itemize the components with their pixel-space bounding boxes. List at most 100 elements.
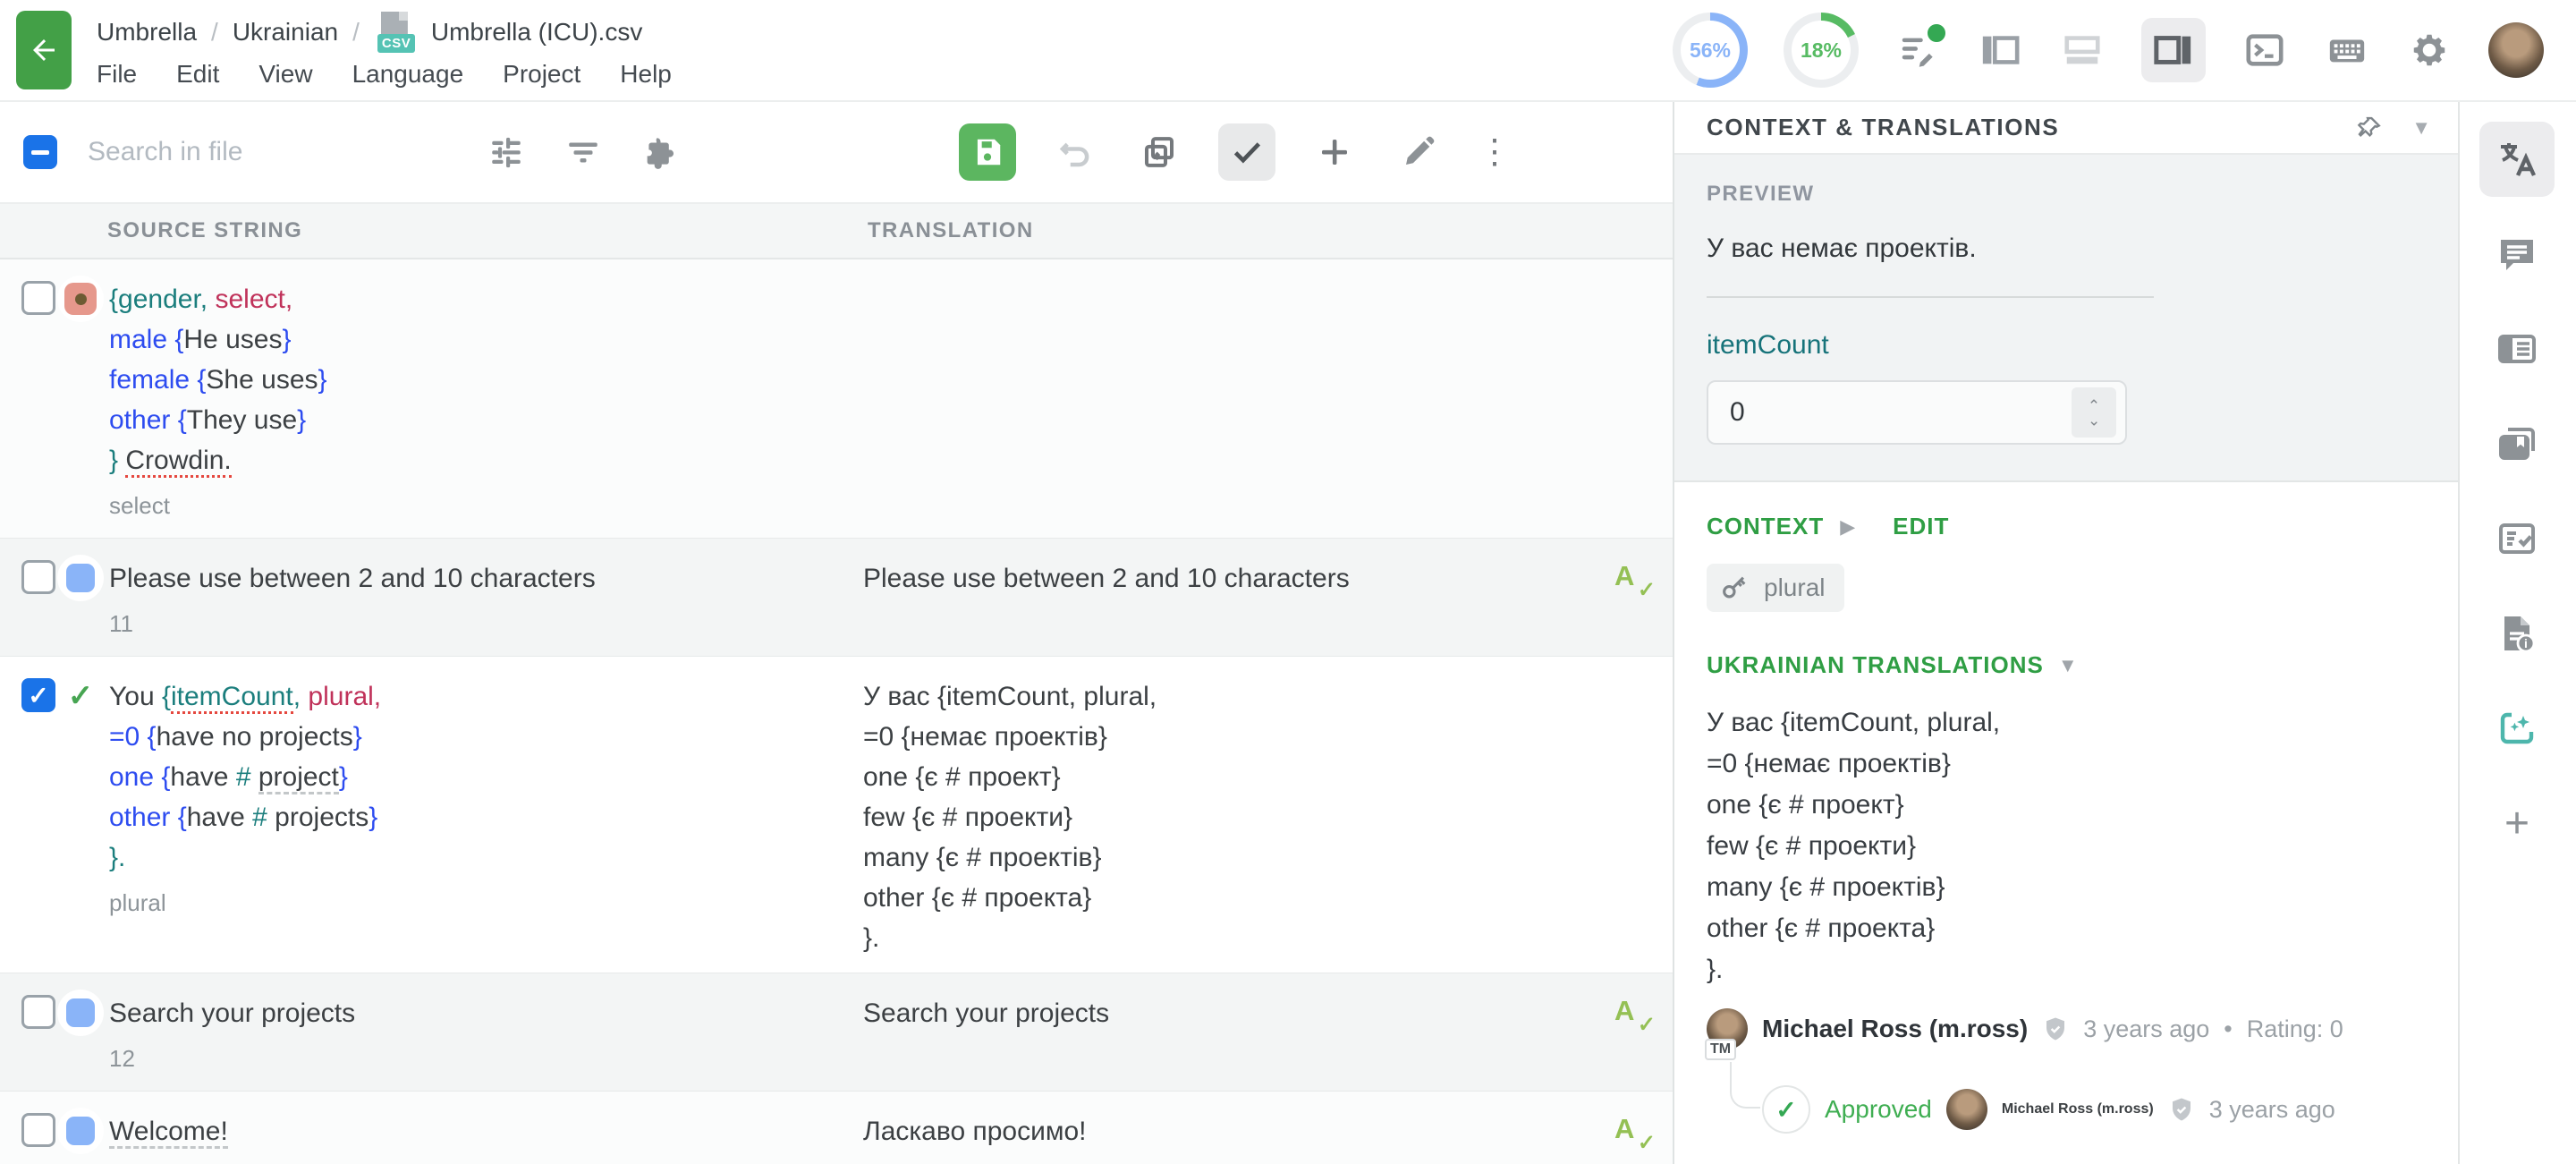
source-line: {gender, select, [109, 279, 827, 319]
settings-gear-icon[interactable] [2406, 27, 2453, 73]
menubar: File Edit View Language Project Help [97, 60, 672, 89]
breadcrumb-project[interactable]: Umbrella [97, 18, 197, 47]
tab-comments-icon[interactable] [2479, 217, 2555, 292]
variable-stepper[interactable]: 0 ⌃⌃ [1707, 380, 2127, 445]
breadcrumb: Umbrella / Ukrainian / CSV Umbrella (ICU… [97, 12, 672, 53]
translation-text-line: few {є # проекти} [1707, 826, 2426, 867]
panel-collapse-caret[interactable]: ▼ [2411, 116, 2431, 140]
action-buttons: ⋮ [959, 123, 1512, 181]
advanced-filter-icon[interactable] [481, 127, 531, 177]
translation-text-line: }. [1707, 949, 2426, 990]
user-avatar[interactable] [2488, 22, 2544, 78]
layout-left-panel-toggle[interactable] [1977, 27, 2023, 73]
tab-translation-memory-icon[interactable] [2479, 406, 2555, 481]
menu-item-file[interactable]: File [97, 60, 137, 89]
preview-label: PREVIEW [1707, 182, 2426, 207]
suggestion-row[interactable]: TM Michael Ross (m.ross) 3 years ago • R… [1707, 1008, 2426, 1049]
translations-section-title[interactable]: UKRAINIAN TRANSLATIONS [1707, 651, 2044, 679]
back-button[interactable] [16, 11, 72, 89]
save-button[interactable] [959, 123, 1016, 181]
approve-button[interactable] [1218, 123, 1275, 181]
layout-right-panel-toggle[interactable] [2141, 18, 2206, 82]
row-checkbox[interactable] [21, 560, 55, 594]
row-checkbox[interactable] [21, 1113, 55, 1147]
row-status-cell [57, 993, 109, 1076]
string-key-label: welcome111 [109, 1159, 827, 1164]
row-status-cell [57, 279, 109, 523]
table-header: SOURCE STRING TRANSLATION [0, 204, 1673, 259]
stepper-down-icon[interactable]: ⌃ [2088, 412, 2100, 426]
menu-item-help[interactable]: Help [620, 60, 672, 89]
layout-bottom-panel-toggle[interactable] [2059, 27, 2106, 73]
sort-filter-icon[interactable] [558, 127, 608, 177]
more-options-button[interactable]: ⋮ [1478, 135, 1512, 169]
search-input[interactable]: Search in file [88, 137, 428, 167]
table-row[interactable]: Search your projects12Search your projec… [0, 973, 1673, 1092]
table-row[interactable]: Welcome!welcome111Ласкаво просимо!A✓ [0, 1092, 1673, 1164]
menu-item-edit[interactable]: Edit [176, 60, 219, 89]
breadcrumb-file[interactable]: Umbrella (ICU).csv [431, 18, 642, 47]
string-key-chip[interactable]: plural [1707, 564, 1844, 612]
key-icon [1719, 573, 1750, 603]
context-toggle[interactable]: CONTEXT [1707, 513, 1824, 540]
add-panel-icon[interactable]: + [2479, 786, 2555, 861]
tab-qa-checks-icon[interactable] [2479, 501, 2555, 576]
translation-progress-ring[interactable]: 56% [1673, 13, 1748, 88]
edit-pencil-button[interactable] [1394, 127, 1444, 177]
row-checkbox[interactable]: ✓ [21, 678, 55, 712]
qa-passed-icon[interactable]: A✓ [1614, 995, 1650, 1034]
breadcrumb-separator: / [352, 18, 360, 47]
table-row[interactable]: ✓✓You {itemCount, plural,=0 {have no pro… [0, 657, 1673, 973]
app-header: Umbrella / Ukrainian / CSV Umbrella (ICU… [0, 0, 2576, 100]
stepper-value[interactable]: 0 [1730, 397, 2072, 428]
add-string-button[interactable] [1309, 127, 1360, 177]
keyboard-shortcuts-icon[interactable] [2324, 27, 2370, 73]
context-panel-header: CONTEXT & TRANSLATIONS ▼ [1674, 102, 2458, 155]
console-icon[interactable] [2241, 27, 2288, 73]
qa-cell: A✓ [1592, 993, 1673, 1076]
row-checkbox-cell [0, 993, 57, 1076]
table-row[interactable]: Please use between 2 and 10 characters11… [0, 539, 1673, 657]
undo-button[interactable] [1050, 127, 1100, 177]
source-line: one {have # project} [109, 757, 827, 797]
approval-progress-ring[interactable]: 18% [1784, 13, 1859, 88]
menu-item-view[interactable]: View [258, 60, 312, 89]
qa-passed-icon[interactable]: A✓ [1614, 1113, 1650, 1152]
qa-cell [1592, 279, 1673, 523]
tab-file-context-icon[interactable]: i [2479, 596, 2555, 671]
stepper-buttons[interactable]: ⌃⌃ [2072, 387, 2116, 438]
translation-line: }. [863, 918, 1592, 958]
tab-translations-icon[interactable] [2479, 122, 2555, 197]
copy-source-button[interactable] [1134, 127, 1184, 177]
preview-text: У вас немає проектів. [1707, 234, 2426, 264]
plugins-puzzle-icon[interactable] [635, 127, 685, 177]
source-line: female {She uses} [109, 360, 827, 400]
editor-mode-icon[interactable] [1894, 27, 1941, 73]
tab-terms-icon[interactable] [2479, 311, 2555, 387]
qa-cell: A✓ [1592, 1111, 1673, 1164]
row-checkbox[interactable] [21, 995, 55, 1029]
context-section: CONTEXT ▶ EDIT plural UKRAINIAN TRANSLAT… [1674, 482, 2458, 1164]
tab-ai-assistant-icon[interactable] [2479, 691, 2555, 766]
menu-item-language[interactable]: Language [352, 60, 464, 89]
row-checkbox[interactable] [21, 281, 55, 315]
context-edit-button[interactable]: EDIT [1893, 513, 1949, 540]
qa-passed-icon[interactable]: A✓ [1614, 560, 1650, 599]
breadcrumb-language[interactable]: Ukrainian [233, 18, 338, 47]
current-translation-text: У вас {itemCount, plural,=0 {немає проек… [1707, 702, 2426, 990]
translations-caret-icon: ▼ [2058, 654, 2078, 677]
menu-item-project[interactable]: Project [503, 60, 580, 89]
source-line: Welcome! [109, 1111, 827, 1151]
source-line: other {have # projects} [109, 797, 827, 837]
table-row[interactable]: {gender, select,male {He uses}female {Sh… [0, 259, 1673, 539]
verified-shield-icon [2168, 1096, 2195, 1123]
string-key-label: plural [1764, 574, 1825, 602]
source-line: Search your projects [109, 993, 827, 1033]
panel-title: CONTEXT & TRANSLATIONS [1707, 114, 2059, 141]
qa-check-mark: ✓ [1638, 1012, 1656, 1038]
status-halo: ✓ [57, 673, 104, 719]
select-all-checkbox[interactable] [23, 135, 57, 169]
source-string-cell: Welcome! welcome111 [109, 1111, 863, 1164]
row-status-cell: ✓ [57, 676, 109, 958]
pin-icon[interactable] [2354, 113, 2385, 143]
